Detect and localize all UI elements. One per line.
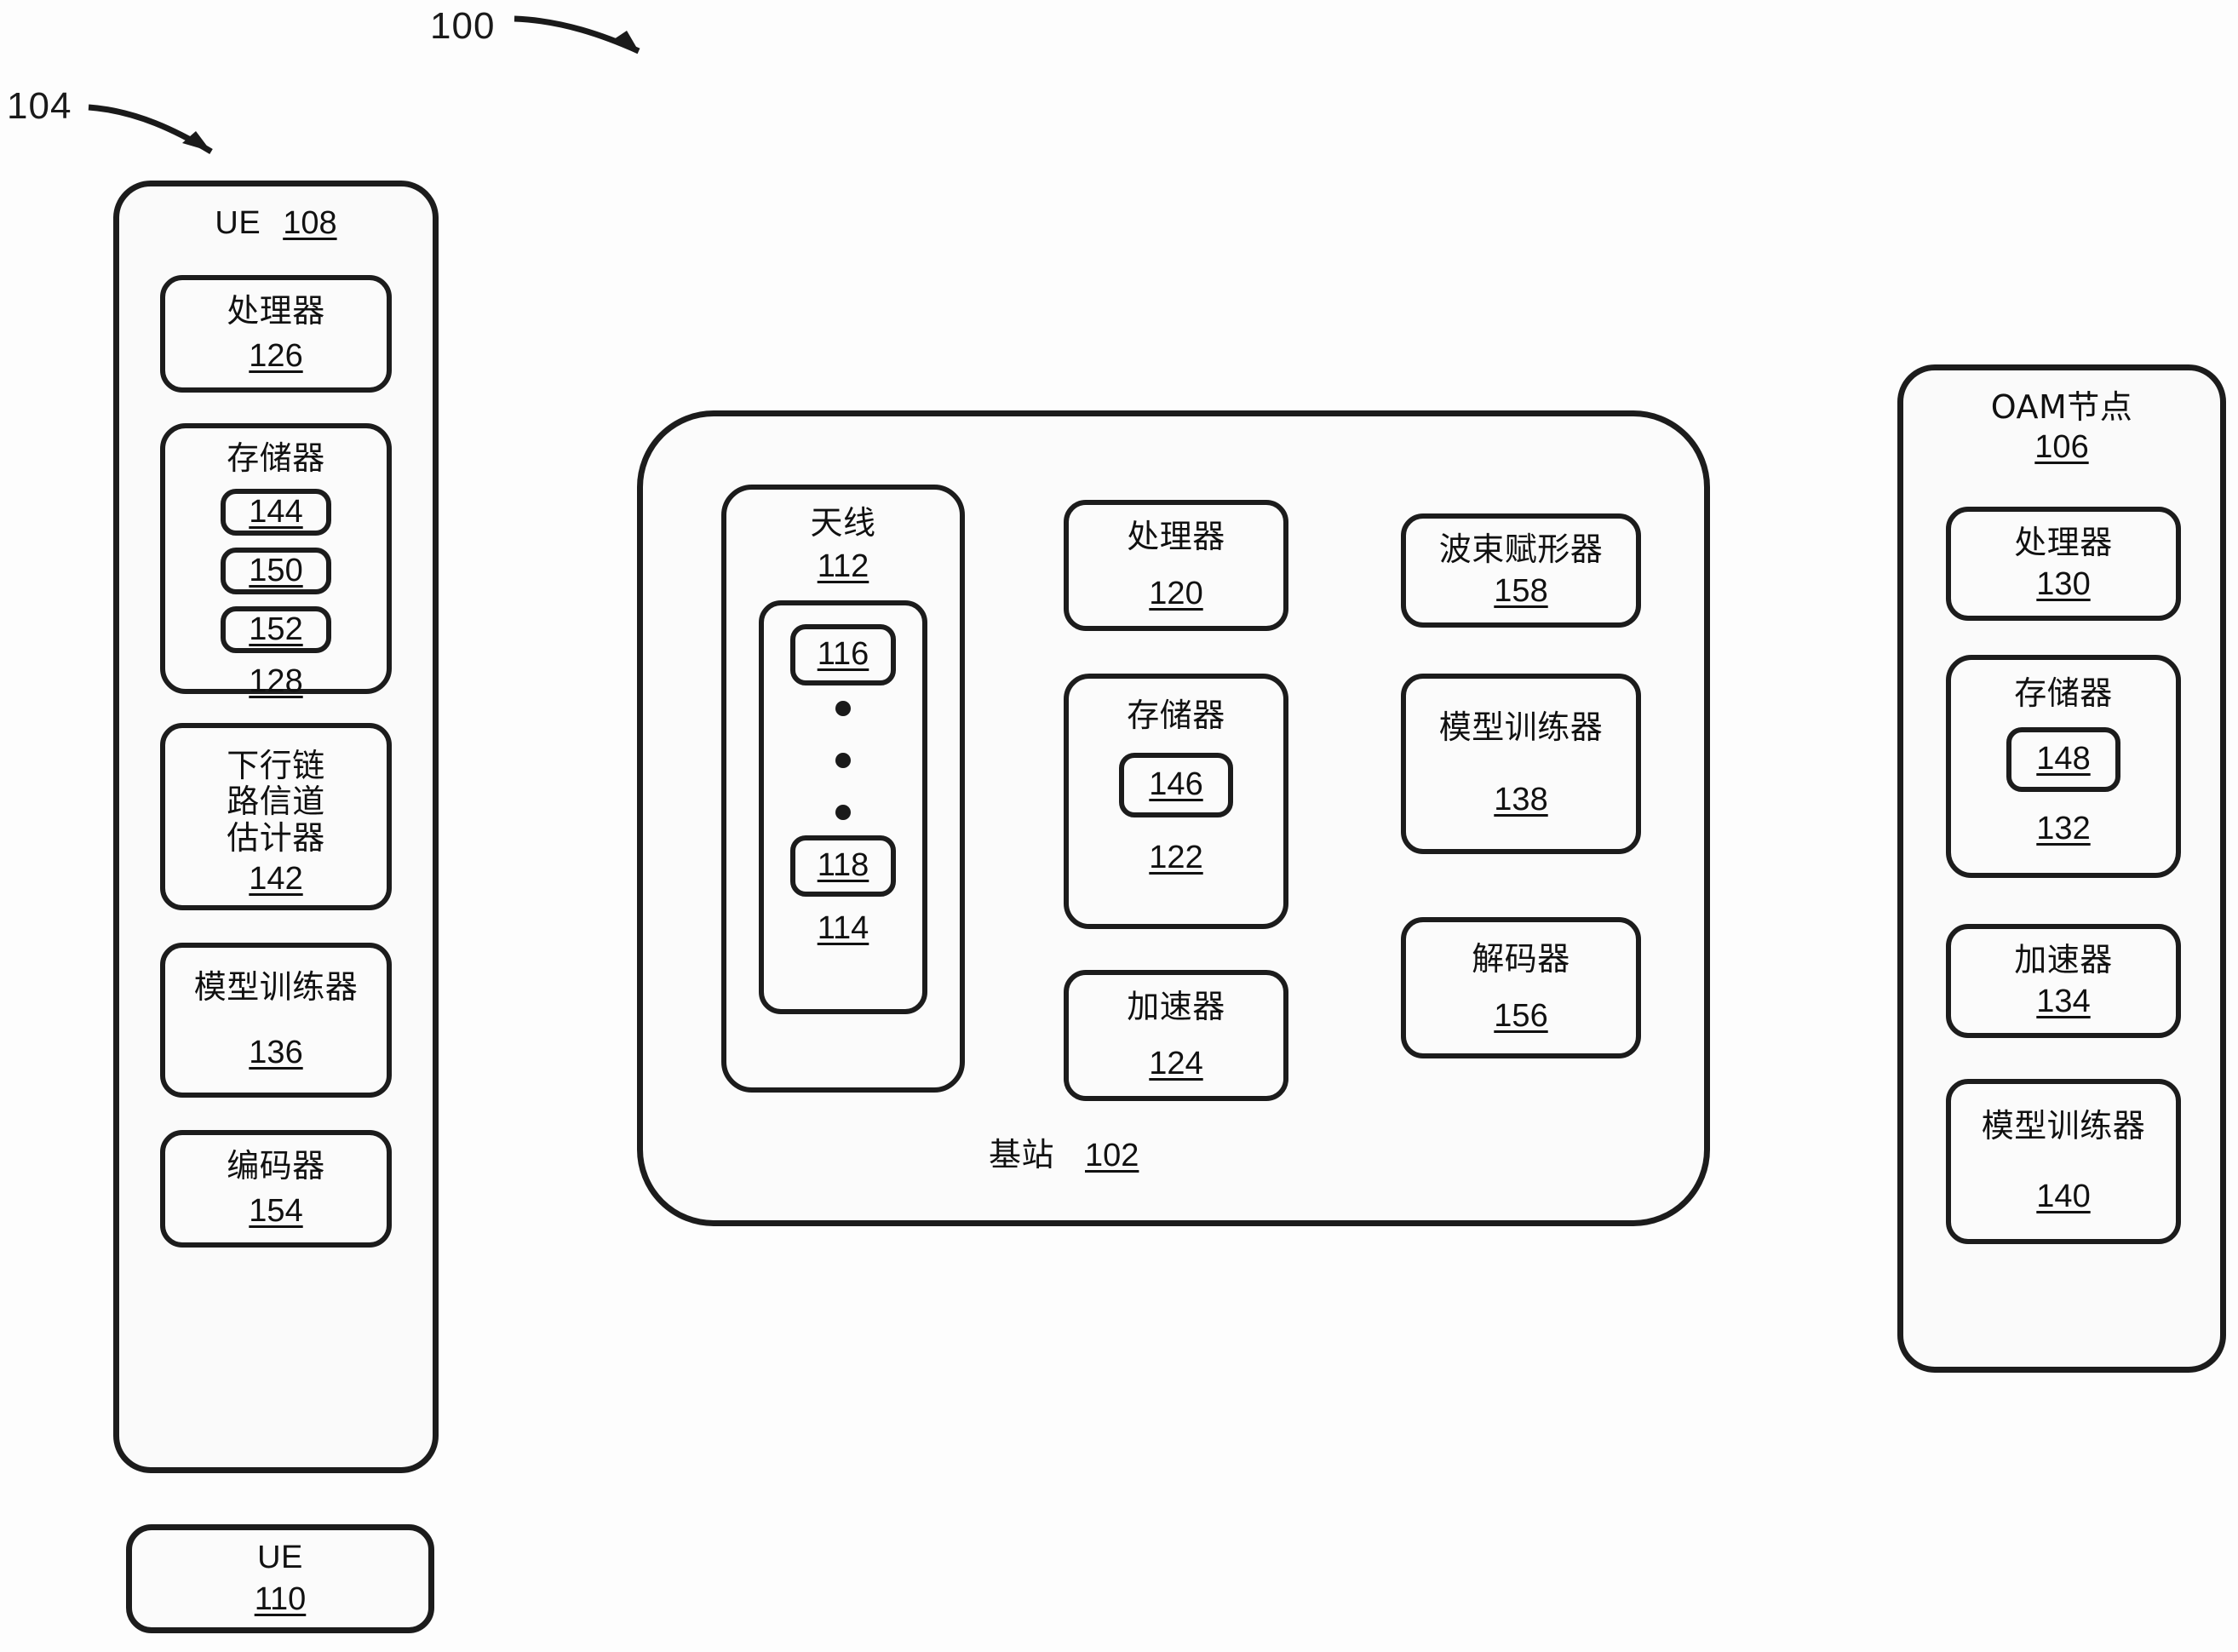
ue-110-ref: 110 — [254, 1580, 307, 1617]
bs-memory-item-146-ref: 146 — [1149, 766, 1203, 803]
oam-accelerator-label: 加速器 — [2014, 941, 2113, 979]
bs-beamformer-158[interactable]: 波束赋形器 158 — [1401, 513, 1641, 628]
oam-node-106-container[interactable]: OAM节点 106 处理器 130 存储器 148 132 加速器 134 模型… — [1897, 364, 2226, 1373]
ue-108-ref: 108 — [283, 205, 337, 241]
bs-decoder-ref: 156 — [1494, 997, 1548, 1034]
bs-accelerator-ref: 124 — [1149, 1045, 1203, 1081]
ue-memory-item-150[interactable]: 150 — [221, 547, 331, 594]
ue-encoder-154[interactable]: 编码器 154 — [160, 1130, 392, 1248]
bs-accelerator-124[interactable]: 加速器 124 — [1064, 970, 1288, 1101]
bs-model-trainer-138[interactable]: 模型训练器 138 — [1401, 674, 1641, 854]
oam-model-trainer-ref: 140 — [2036, 1178, 2091, 1214]
bs-processor-label: 处理器 — [1127, 518, 1225, 556]
ue-memory-item-150-ref: 150 — [249, 552, 303, 588]
callout-arrow-104-icon — [88, 104, 213, 155]
ue-model-trainer-label: 模型训练器 — [193, 968, 359, 1007]
base-station-ref: 102 — [1085, 1138, 1139, 1173]
oam-memory-132[interactable]: 存储器 148 132 — [1946, 655, 2181, 878]
bs-antenna-element-116-ref: 116 — [817, 636, 869, 673]
ue-memory-ref: 128 — [249, 663, 303, 699]
base-station-102-container[interactable]: 天线 112 116 118 114 处理器 120 存储器 146 122 加… — [637, 410, 1710, 1226]
bs-model-trainer-label: 模型训练器 — [1438, 708, 1604, 747]
ue-model-trainer-136[interactable]: 模型训练器 136 — [160, 943, 392, 1098]
ue-encoder-ref: 154 — [249, 1192, 303, 1229]
base-station-title: 基站 — [989, 1136, 1055, 1173]
bs-decoder-156[interactable]: 解码器 156 — [1401, 917, 1641, 1058]
bs-antenna-element-116[interactable]: 116 — [790, 623, 896, 685]
ue-108-container[interactable]: UE 108 处理器 126 存储器 144 150 152 128 下行链 路… — [113, 181, 439, 1473]
ue-downlink-channel-estimator-142[interactable]: 下行链 路信道 估计器 142 — [160, 723, 392, 910]
bs-processor-ref: 120 — [1149, 575, 1203, 611]
ue-memory-item-152-ref: 152 — [249, 611, 303, 647]
ellipsis-dot-3 — [835, 804, 851, 820]
oam-memory-item-148[interactable]: 148 — [2006, 726, 2120, 792]
ue-encoder-label: 编码器 — [227, 1147, 325, 1185]
bs-antenna-array-114[interactable]: 116 118 114 — [759, 599, 927, 1014]
ue-110-container[interactable]: UE 110 — [126, 1524, 434, 1633]
bs-antenna-ellipsis-icon — [835, 700, 851, 820]
ue-processor-126[interactable]: 处理器 126 — [160, 275, 392, 393]
ue-processor-label: 处理器 — [227, 292, 325, 330]
bs-antenna-ref: 112 — [817, 548, 869, 584]
callout-ue-group-number: 104 — [7, 85, 72, 127]
ue-model-trainer-ref: 136 — [249, 1034, 303, 1070]
ue-memory-label: 存储器 — [227, 439, 325, 477]
ue-110-title: UE — [257, 1540, 303, 1576]
ue-processor-ref: 126 — [249, 337, 303, 374]
oam-processor-ref: 130 — [2036, 565, 2091, 602]
oam-model-trainer-label: 模型训练器 — [1981, 1107, 2146, 1145]
oam-node-ref: 106 — [2034, 428, 2089, 465]
oam-processor-130[interactable]: 处理器 130 — [1946, 507, 2181, 621]
oam-memory-label: 存储器 — [2014, 674, 2113, 712]
bs-model-trainer-ref: 138 — [1494, 781, 1548, 817]
oam-node-title: OAM节点 — [1990, 388, 2133, 426]
ellipsis-dot-2 — [835, 752, 851, 768]
callout-arrow-100-icon — [514, 15, 640, 54]
callout-ue-group-104: 104 — [7, 85, 72, 128]
bs-antenna-label: 天线 — [810, 504, 876, 542]
bs-memory-label: 存储器 — [1127, 697, 1225, 734]
callout-system-100: 100 — [430, 5, 495, 48]
base-station-footer: 基站 102 — [989, 1137, 1139, 1174]
bs-beamformer-label: 波束赋形器 — [1438, 531, 1604, 569]
bs-memory-ref: 122 — [1149, 839, 1203, 875]
ue-memory-item-144[interactable]: 144 — [221, 488, 331, 536]
bs-memory-item-146[interactable]: 146 — [1119, 752, 1233, 817]
bs-antenna-112[interactable]: 天线 112 116 118 114 — [721, 485, 965, 1093]
bs-antenna-element-118[interactable]: 118 — [790, 835, 896, 897]
oam-memory-ref: 132 — [2036, 810, 2091, 846]
oam-model-trainer-140[interactable]: 模型训练器 140 — [1946, 1079, 2181, 1244]
ellipsis-dot-1 — [835, 700, 851, 716]
bs-antenna-element-118-ref: 118 — [817, 847, 869, 884]
ue-memory-128[interactable]: 存储器 144 150 152 128 — [160, 423, 392, 699]
oam-accelerator-134[interactable]: 加速器 134 — [1946, 924, 2181, 1038]
bs-beamformer-ref: 158 — [1494, 572, 1548, 609]
bs-processor-120[interactable]: 处理器 120 — [1064, 500, 1288, 631]
ue-memory-item-152[interactable]: 152 — [221, 605, 331, 653]
ue-108-title: UE — [215, 205, 261, 241]
ue-dl-estimator-ref: 142 — [249, 861, 303, 898]
oam-accelerator-ref: 134 — [2036, 983, 2091, 1019]
bs-antenna-array-ref: 114 — [817, 909, 869, 946]
ue-dl-estimator-label: 下行链 路信道 估计器 — [227, 746, 325, 857]
oam-memory-item-148-ref: 148 — [2036, 741, 2091, 777]
figure-canvas: 100 104 UE 108 处理器 126 存储器 144 150 152 1… — [0, 0, 2238, 1652]
ue-memory-item-144-ref: 144 — [249, 493, 303, 530]
bs-accelerator-label: 加速器 — [1127, 988, 1225, 1026]
ue-108-header: UE 108 — [119, 205, 433, 242]
callout-system-number: 100 — [430, 5, 496, 47]
bs-memory-122[interactable]: 存储器 146 122 — [1064, 674, 1288, 929]
bs-decoder-label: 解码器 — [1472, 940, 1570, 978]
oam-processor-label: 处理器 — [2014, 524, 2113, 562]
